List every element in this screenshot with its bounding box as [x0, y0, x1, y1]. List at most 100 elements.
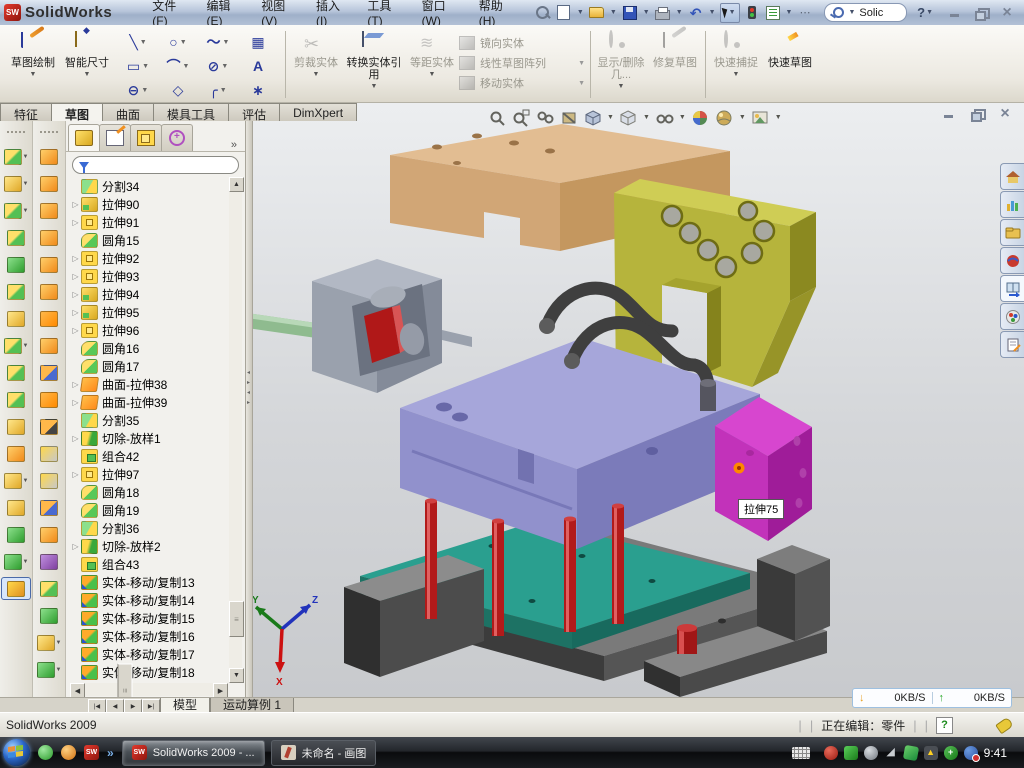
- features-tool-draft[interactable]: ▼: [1, 280, 31, 303]
- smart-dimension-button[interactable]: 智能尺寸▼: [60, 27, 114, 102]
- tree-item-body-move-copy13[interactable]: ▷ 实体-移动/复制13: [70, 573, 228, 591]
- offset-entities-button[interactable]: ≋ 等距实体▼: [405, 27, 459, 102]
- features-tool-delete-body[interactable]: ▼: [1, 469, 31, 492]
- doc-tab-motion-study-1[interactable]: 运动算例 1: [210, 698, 294, 713]
- sketch-tool-select-region[interactable]: ▦ ▼: [238, 31, 278, 53]
- expand-arrow-icon[interactable]: ▷: [70, 200, 81, 209]
- tree-item-extrude91[interactable]: ▷ 拉伸91: [70, 213, 228, 231]
- tab-dimxpertmanager[interactable]: [161, 124, 193, 151]
- surfaces-tool-swept-surface[interactable]: ▼: [34, 145, 64, 168]
- input-method-keyboard-icon[interactable]: [792, 747, 810, 759]
- model-canvas[interactable]: Y Z X: [252, 121, 1024, 697]
- sketch-tool-sketch-fillet[interactable]: ╭ ▼: [198, 79, 238, 101]
- quick-snaps-button[interactable]: 快速捕捉▼: [709, 27, 763, 102]
- edit-appearance-icon[interactable]: [691, 108, 710, 127]
- part-clamp-bracket[interactable]: [614, 179, 816, 387]
- save-icon[interactable]: [621, 4, 639, 22]
- tree-item-fillet15[interactable]: ▷ 圆角15: [70, 231, 228, 249]
- repair-sketch-button[interactable]: 修复草图: [648, 27, 702, 102]
- surfaces-tool-offset-surface[interactable]: ▼: [34, 334, 64, 357]
- tree-item-extrude93[interactable]: ▷ 拉伸93: [70, 267, 228, 285]
- tree-item-combine43[interactable]: ▷ 组合43: [70, 555, 228, 573]
- tree-item-extrude90[interactable]: ▷ 拉伸90: [70, 195, 228, 213]
- tree-item-body-move-copy14[interactable]: ▷ 实体-移动/复制14: [70, 591, 228, 609]
- tree-item-extrude92[interactable]: ▷ 拉伸92: [70, 249, 228, 267]
- view-orientation-icon[interactable]: [583, 108, 602, 127]
- scrollbar-thumb[interactable]: ≡: [229, 601, 244, 637]
- tree-vertical-scrollbar[interactable]: ▲ ≡ ▼: [229, 177, 242, 683]
- app-close-button[interactable]: ×: [1000, 7, 1014, 19]
- toolbar-drag-handle[interactable]: [7, 131, 25, 138]
- tab-propertymanager[interactable]: [99, 124, 131, 151]
- surfaces-tool-delete-face[interactable]: ▼: [34, 415, 64, 438]
- tab-file-explorer[interactable]: [1000, 219, 1024, 246]
- doc-close-button[interactable]: ×: [998, 108, 1012, 120]
- app-launcher-icon[interactable]: [61, 745, 76, 760]
- trim-entities-button[interactable]: ✂ 剪裁实体▼: [289, 27, 343, 102]
- sketch-tool-circle[interactable]: ○ ▼: [158, 31, 198, 53]
- tab-featuremanager[interactable]: [68, 124, 100, 151]
- features-tool-linear-pattern[interactable]: ▼: [1, 334, 31, 357]
- tree-item-fillet17[interactable]: ▷ 圆角17: [70, 357, 228, 375]
- features-tool-extruded-cut[interactable]: ▼: [1, 172, 31, 195]
- sketch-tool-line[interactable]: ╲ ▼: [118, 31, 158, 53]
- sketch-tool-polygon[interactable]: ◇ ▼: [158, 79, 198, 101]
- expand-arrow-icon[interactable]: ▷: [70, 326, 81, 335]
- expand-arrow-icon[interactable]: ▷: [70, 434, 81, 443]
- ribbon-tab-mold-tools[interactable]: 模具工具: [153, 103, 229, 121]
- expand-arrow-icon[interactable]: ▷: [70, 218, 81, 227]
- surfaces-tool-knit-surface[interactable]: ▼: [34, 361, 64, 384]
- surfaces-tool-fillet-surface[interactable]: ▼: [34, 577, 64, 600]
- tray-icon-blocked[interactable]: [964, 746, 978, 760]
- panel-overflow-button[interactable]: »: [231, 139, 237, 151]
- new-document-icon[interactable]: [555, 4, 573, 22]
- zoom-to-fit-icon[interactable]: [487, 108, 506, 127]
- open-icon[interactable]: [588, 4, 606, 22]
- surfaces-tool-extend-surface[interactable]: ▼: [34, 496, 64, 519]
- surfaces-tool-extruded-surface[interactable]: ▼: [34, 226, 64, 249]
- ribbon-tab-features[interactable]: 特征: [0, 103, 52, 121]
- tree-item-combine42[interactable]: ▷ 组合42: [70, 447, 228, 465]
- tree-item-surface-extrude39[interactable]: ▷ 曲面-拉伸39: [70, 393, 228, 411]
- part-stop-pin[interactable]: [677, 624, 697, 654]
- tab-custom-properties[interactable]: [1000, 331, 1024, 358]
- apply-scene-icon[interactable]: [715, 108, 734, 127]
- surfaces-tool-lofted-surface[interactable]: ▼: [34, 253, 64, 276]
- sketch-tool-rectangle[interactable]: ▭ ▼: [118, 55, 158, 77]
- graphics-viewport[interactable]: Y Z X ▼ ▼ ▼: [252, 103, 1024, 697]
- messenger-icon[interactable]: [38, 745, 53, 760]
- expand-arrow-icon[interactable]: ▷: [70, 380, 81, 389]
- tree-item-extrude94[interactable]: ▷ 拉伸94: [70, 285, 228, 303]
- tab-appearances[interactable]: [1000, 303, 1024, 330]
- features-tool-composite-curve[interactable]: ▼: [1, 523, 31, 546]
- tree-item-extrude95[interactable]: ▷ 拉伸95: [70, 303, 228, 321]
- expand-arrow-icon[interactable]: ▷: [70, 398, 81, 407]
- tree-item-split34[interactable]: ▷ 分割34: [70, 177, 228, 195]
- status-help-icon[interactable]: ?: [936, 717, 953, 734]
- sketch-tool-ellipse[interactable]: ⊘ ▼: [198, 55, 238, 77]
- sketch-button[interactable]: 草图绘制▼: [6, 27, 60, 102]
- linear-sketch-pattern-button[interactable]: 线性草图阵列▼: [459, 53, 587, 73]
- tree-item-extrude96[interactable]: ▷ 拉伸96: [70, 321, 228, 339]
- tree-item-fillet19[interactable]: ▷ 圆角19: [70, 501, 228, 519]
- sketch-tool-spline[interactable]: ～ ▼: [198, 31, 238, 53]
- search-box[interactable]: ▼ Solic: [824, 3, 907, 22]
- tree-item-cut-loft1[interactable]: ▷ 切除-放样1: [70, 429, 228, 447]
- doc-tab-model[interactable]: 模型: [160, 698, 210, 713]
- tree-item-body-move-copy15[interactable]: ▷ 实体-移动/复制15: [70, 609, 228, 627]
- tray-icon-update-gear[interactable]: [864, 746, 878, 760]
- ribbon-tab-dimxpert[interactable]: DimXpert: [279, 103, 357, 121]
- taskbar-clock[interactable]: 9:41: [984, 746, 1015, 760]
- tab-configurationmanager[interactable]: [130, 124, 162, 151]
- tray-icon-defender[interactable]: [844, 746, 858, 760]
- expand-arrow-icon[interactable]: ▷: [70, 308, 81, 317]
- print-icon[interactable]: [654, 4, 672, 22]
- undo-icon[interactable]: ↶: [687, 4, 705, 22]
- features-tool-rib[interactable]: ▼: [1, 226, 31, 249]
- tray-icon-security-alert[interactable]: [824, 746, 838, 760]
- scroll-left-button[interactable]: ◀: [70, 683, 85, 698]
- sketch-tool-arc[interactable]: ⌒ ▼: [158, 55, 198, 77]
- tree-item-split36[interactable]: ▷ 分割36: [70, 519, 228, 537]
- part-side-core-block[interactable]: [715, 397, 812, 541]
- view-settings-icon[interactable]: [751, 108, 770, 127]
